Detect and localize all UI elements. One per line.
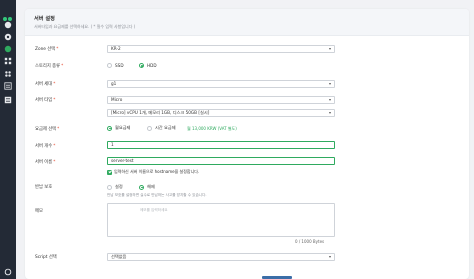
protection-label: 반납 보호 — [35, 185, 53, 190]
main-content: 서버 설정 서버타입과 요금제를 선택하세요. ( * 필수 입력 사항입니다 … — [16, 0, 474, 279]
chevron-down-icon — [329, 112, 331, 114]
billing-label: 요금제 선택* — [35, 127, 60, 132]
chevron-down-icon — [329, 99, 331, 101]
grid-icon[interactable] — [4, 57, 12, 65]
power-icon[interactable] — [4, 268, 12, 276]
name-label: 서버 이름* — [35, 160, 56, 165]
script-label: Script 선택 — [35, 255, 57, 260]
protection-hint: 반납 보호를 설정하면 실수로 반납하는 사고를 방지할 수 있습니다. — [107, 193, 207, 197]
chevron-down-icon — [329, 256, 331, 258]
chevron-down-icon — [329, 83, 331, 85]
cloud-icon[interactable] — [4, 21, 12, 29]
generation-label: 서버 세대* — [35, 82, 56, 87]
billing-hourly-radio[interactable]: 시간 요금제 — [147, 125, 176, 131]
logo-icon[interactable] — [3, 6, 13, 21]
server-type-label: 서버 타입* — [35, 98, 56, 103]
protection-off-radio[interactable]: 해제 — [139, 184, 155, 190]
storage-hdd-radio[interactable]: HDD — [139, 63, 157, 68]
list-icon[interactable] — [4, 82, 12, 90]
generation-select[interactable]: g1 — [107, 80, 335, 88]
server-count-input[interactable]: 1 — [107, 141, 335, 149]
memo-byte-counter: 0 / 1000 Bytes — [295, 239, 325, 244]
memo-label: 메모 — [35, 209, 43, 214]
protection-on-radio[interactable]: 설정 — [107, 184, 123, 190]
network-icon[interactable] — [4, 70, 12, 78]
settings-icon[interactable] — [4, 33, 12, 41]
storage-label: 스토리지 종류* — [35, 64, 64, 69]
panel-title: 서버 설정 — [34, 16, 55, 22]
count-label: 서버 개수* — [35, 144, 56, 149]
zone-label: Zone 선택* — [35, 47, 59, 52]
server-settings-panel: 서버 설정 서버타입과 요금제를 선택하세요. ( * 필수 입력 사항입니다 … — [25, 9, 469, 279]
memo-placeholder: 메모를 입력하세요 — [140, 208, 168, 212]
server-icon[interactable] — [4, 96, 12, 104]
storage-icon[interactable] — [4, 45, 12, 53]
billing-monthly-radio[interactable]: 월요금제 — [107, 125, 130, 131]
server-name-input[interactable]: server-test — [107, 157, 335, 165]
storage-ssd-radio[interactable]: SSD — [107, 63, 124, 68]
spec-select[interactable]: [Micro] vCPU 1개, 메모리 1GB, 디스크 50GB [실시] — [107, 109, 335, 117]
panel-subtitle: 서버타입과 요금제를 선택하세요. ( * 필수 입력 사항입니다 ) — [34, 24, 136, 29]
chevron-down-icon — [329, 48, 331, 50]
billing-price-note: 월 13,000 KRW (VAT 별도) — [187, 126, 237, 131]
hostname-checkbox[interactable]: 입력하신 서버 이름으로 hostname을 설정합니다. — [107, 169, 199, 175]
script-select[interactable]: 선택없음 — [107, 253, 335, 261]
memo-textarea[interactable]: 메모를 입력하세요 — [107, 203, 335, 237]
zone-select[interactable]: KR-2 — [107, 45, 335, 53]
panel-header: 서버 설정 서버타입과 요금제를 선택하세요. ( * 필수 입력 사항입니다 … — [25, 9, 469, 36]
server-type-select[interactable]: Micro — [107, 96, 335, 104]
sidebar — [0, 0, 16, 279]
